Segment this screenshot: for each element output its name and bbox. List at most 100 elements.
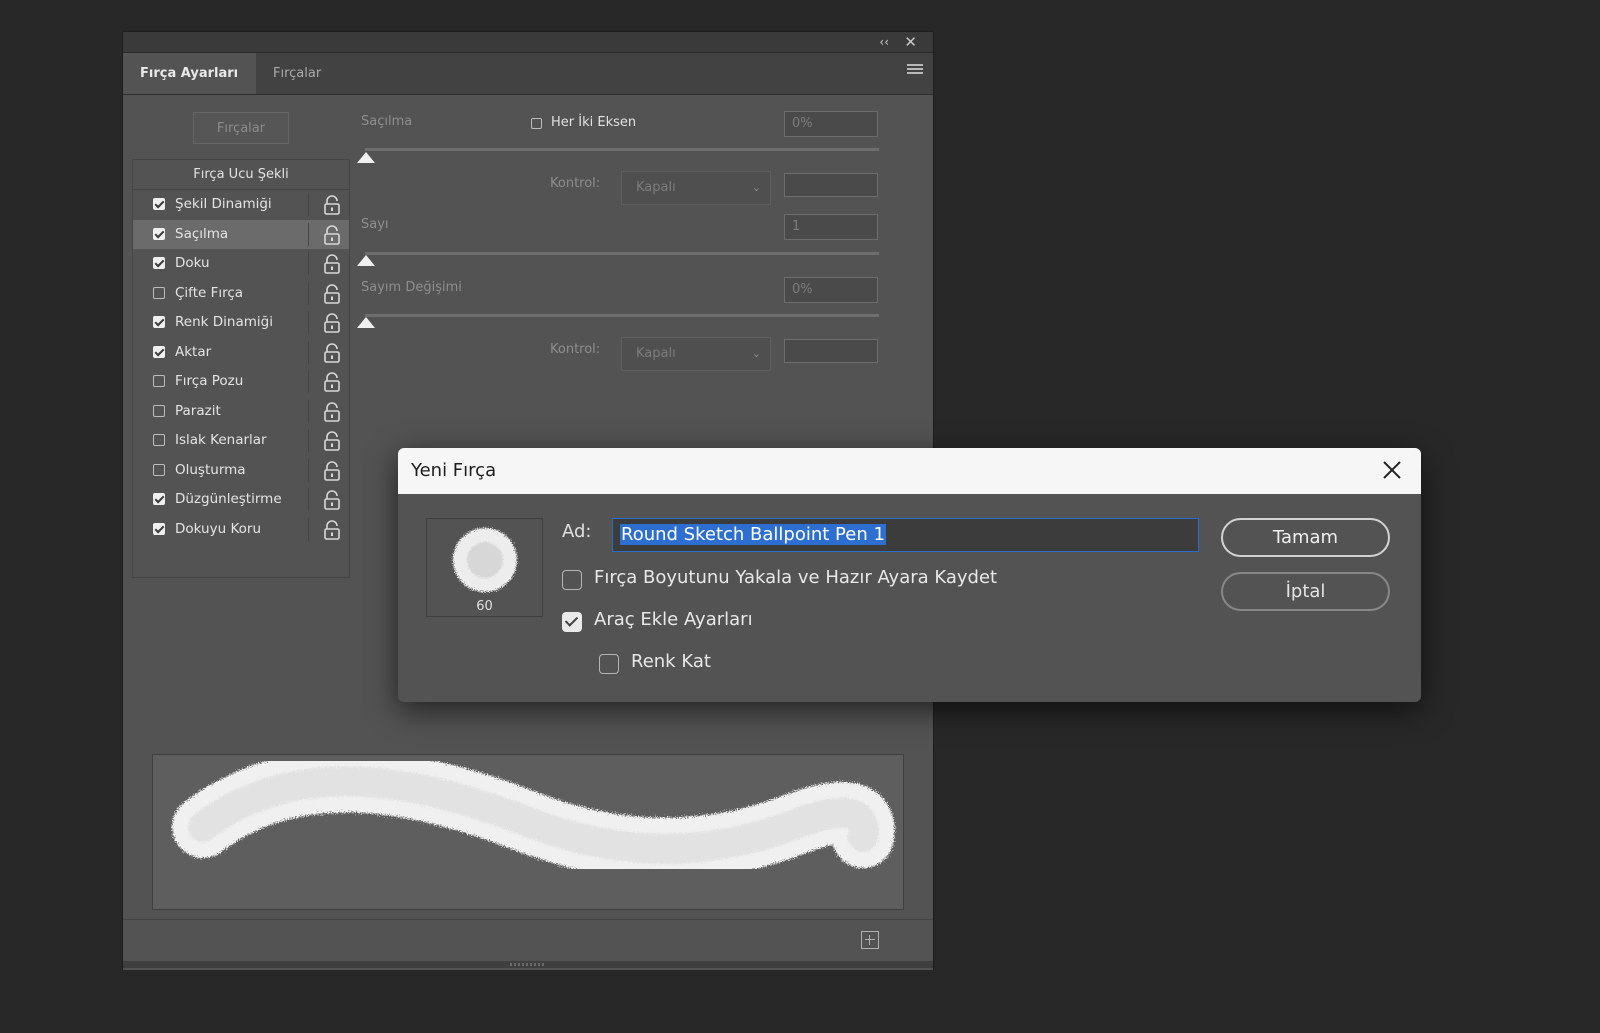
count-jitter-slider-thumb[interactable] [357, 317, 375, 328]
panel-menu-icon[interactable] [907, 64, 923, 78]
new-brush-dialog: Yeni Fırça 60 Ad: Round Sketch Ballpoint… [398, 448, 1421, 702]
list-item[interactable]: Parazit [133, 397, 349, 427]
option-label: Düzgünleştirme [175, 491, 282, 507]
chevron-down-icon: ⌄ [751, 181, 761, 194]
lock-open-icon[interactable] [323, 460, 341, 481]
list-item[interactable]: Çifte Fırça [133, 279, 349, 309]
count-slider-track[interactable] [365, 252, 879, 255]
divider [308, 252, 309, 275]
list-item[interactable]: Islak Kenarlar [133, 426, 349, 456]
lock-open-icon[interactable] [323, 342, 341, 363]
lock-open-icon[interactable] [323, 519, 341, 540]
option-checkbox[interactable] [153, 404, 165, 417]
count-jitter-slider-track[interactable] [365, 314, 879, 317]
scatter-value-field[interactable]: 0% [784, 111, 878, 137]
list-item[interactable]: Renk Dinamiği [133, 308, 349, 338]
lock-open-icon[interactable] [323, 490, 341, 510]
dialog-title-bar: Yeni Fırça [398, 448, 1421, 494]
cancel-button[interactable]: İptal [1221, 572, 1390, 611]
close-icon[interactable] [1381, 459, 1403, 481]
both-axes-label: Her İki Eksen [551, 115, 637, 130]
option-label: Renk Dinamiği [175, 314, 273, 330]
ok-button[interactable]: Tamam [1221, 518, 1390, 557]
control2-label: Kontrol: [550, 342, 601, 357]
list-item[interactable]: Aktar [133, 338, 349, 368]
lock-open-icon[interactable] [323, 254, 341, 274]
divider [308, 311, 309, 334]
new-brush-icon[interactable] [861, 931, 879, 949]
option-label: Dokuyu Koru [175, 520, 261, 537]
divider [308, 281, 309, 305]
list-item[interactable]: Dokuyu Koru [133, 515, 349, 545]
option-label: Islak Kenarlar [175, 432, 267, 448]
include-tool-label: Araç Ekle Ayarları [594, 609, 753, 630]
list-item[interactable]: Saçılma [133, 219, 349, 249]
brush-name-input[interactable]: Round Sketch Ballpoint Pen 1 [612, 518, 1199, 552]
divider [308, 429, 309, 452]
lock-open-icon[interactable] [323, 372, 341, 392]
option-label: Aktar [175, 343, 212, 360]
list-item[interactable]: Şekil Dinamiği [133, 190, 349, 220]
lock-open-icon[interactable] [323, 401, 341, 422]
name-label: Ad: [562, 521, 592, 542]
option-checkbox[interactable] [153, 493, 165, 505]
list-item[interactable]: Oluşturma [133, 456, 349, 486]
include-color-label: Renk Kat [631, 651, 711, 672]
option-checkbox[interactable] [153, 198, 165, 210]
capture-size-checkbox[interactable] [562, 570, 582, 590]
option-checkbox[interactable] [153, 345, 165, 358]
count-slider-thumb[interactable] [357, 255, 375, 266]
option-checkbox[interactable] [153, 434, 165, 446]
divider [308, 488, 309, 511]
scatter-slider-track[interactable] [365, 148, 879, 151]
option-label: Parazit [175, 402, 221, 419]
divider [308, 340, 309, 364]
brush-tip-shape-item[interactable]: Fırça Ucu Şekli [133, 160, 349, 190]
brush-stroke-image [172, 750, 895, 880]
list-item[interactable]: Doku [133, 249, 349, 279]
both-axes-checkbox[interactable] [531, 118, 542, 129]
tab-brushes[interactable]: Fırçalar [256, 53, 346, 94]
close-panel-icon[interactable]: ✕ [904, 33, 917, 51]
count-jitter-label: Sayım Değişimi [361, 280, 462, 295]
count-value-field[interactable]: 1 [784, 214, 878, 240]
count-label: Sayı [361, 217, 389, 232]
option-checkbox[interactable] [153, 522, 165, 535]
divider [308, 193, 309, 216]
option-label: Saçılma [175, 225, 229, 242]
control2-value: Kapalı [636, 346, 676, 361]
count-jitter-value-field[interactable]: 0% [784, 277, 878, 303]
tab-brush-settings[interactable]: Fırça Ayarları [123, 53, 256, 94]
lock-open-icon[interactable] [323, 283, 341, 304]
list-item[interactable]: Düzgünleştirme [133, 485, 349, 515]
chevron-down-icon: ⌄ [751, 347, 761, 360]
control1-dropdown[interactable]: Kapalı ⌄ [621, 171, 771, 205]
divider [308, 517, 309, 541]
brushes-button[interactable]: Fırçalar [193, 112, 289, 144]
option-label: Oluşturma [175, 461, 246, 478]
lock-open-icon[interactable] [323, 431, 341, 451]
lock-open-icon[interactable] [323, 224, 341, 245]
option-checkbox[interactable] [153, 286, 165, 299]
panel-title-bar: ‹‹ ✕ [123, 32, 933, 53]
option-checkbox[interactable] [153, 463, 165, 476]
option-checkbox[interactable] [153, 316, 165, 328]
control1-value: Kapalı [636, 180, 676, 195]
include-tool-checkbox[interactable] [562, 612, 582, 632]
option-label: Çifte Fırça [175, 284, 244, 301]
option-checkbox[interactable] [153, 257, 165, 269]
dialog-title: Yeni Fırça [411, 460, 497, 481]
option-checkbox[interactable] [153, 375, 165, 387]
lock-open-icon[interactable] [323, 195, 341, 215]
lock-open-icon[interactable] [323, 313, 341, 333]
control1-value-field [784, 173, 878, 197]
list-item[interactable]: Fırça Pozu [133, 367, 349, 397]
scatter-slider-thumb[interactable] [357, 152, 375, 163]
collapse-panel-icon[interactable]: ‹‹ [879, 33, 889, 51]
option-checkbox[interactable] [153, 227, 165, 240]
brush-size-label: 60 [476, 599, 493, 614]
include-color-checkbox[interactable] [599, 654, 619, 674]
panel-resize-grip[interactable] [123, 961, 933, 968]
divider [308, 370, 309, 393]
control2-dropdown[interactable]: Kapalı ⌄ [621, 337, 771, 371]
